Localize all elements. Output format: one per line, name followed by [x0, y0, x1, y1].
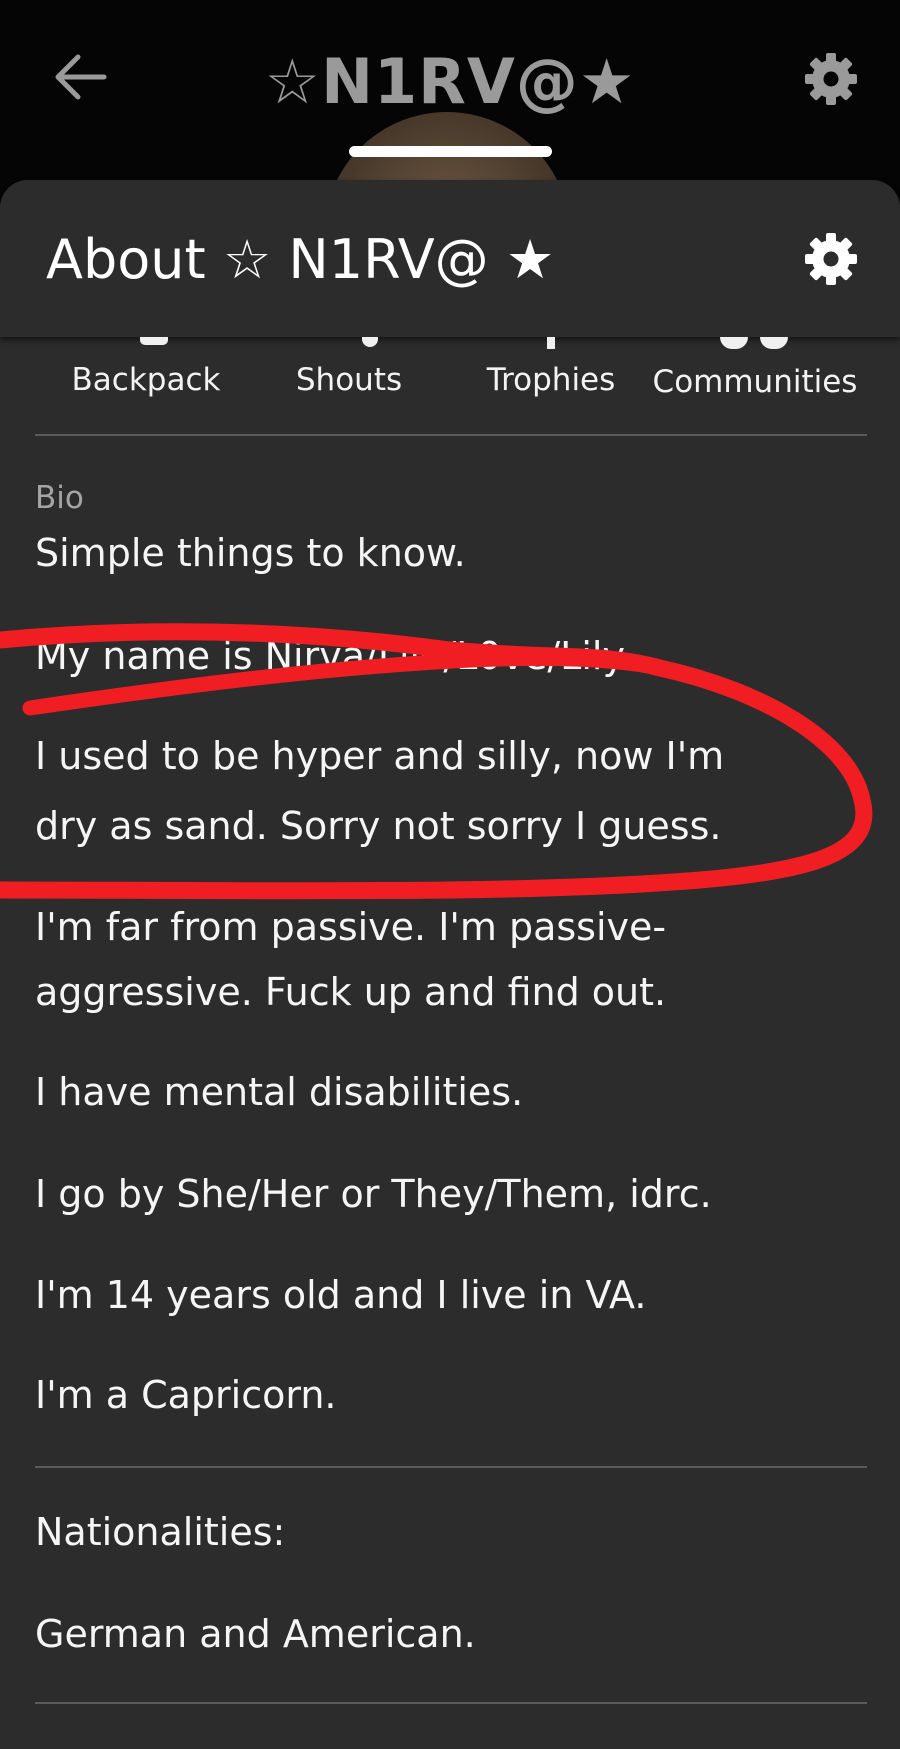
- tab-trophies[interactable]: Trophies: [467, 362, 635, 398]
- tab-backpack[interactable]: Backpack: [55, 362, 237, 398]
- bio-line: I have mental disabilities.: [35, 1070, 524, 1114]
- bio-line: I used to be hyper and silly, now I'm: [35, 734, 725, 778]
- tab-communities[interactable]: Communities: [640, 364, 870, 400]
- communities-icon: [720, 337, 788, 349]
- bio-line: I'm 14 years old and I live in VA.: [35, 1273, 647, 1317]
- divider: [35, 434, 867, 436]
- bio-line: I'm far from passive. I'm passive-: [35, 905, 667, 949]
- bio-line: aggressive. Fuck up and find out.: [35, 970, 667, 1014]
- bio-line: Simple things to know.: [35, 531, 466, 575]
- gear-icon[interactable]: [804, 232, 858, 286]
- tab-shouts[interactable]: Shouts: [268, 362, 430, 398]
- about-title: About ☆ N1RV@ ★: [46, 228, 555, 291]
- bio-line: I'm a Capricorn.: [35, 1373, 337, 1417]
- profile-name: ☆N1RV@★: [264, 45, 636, 118]
- bio-line: I go by She/Her or They/Them, idrc.: [35, 1172, 712, 1216]
- bio-label: Bio: [35, 480, 84, 516]
- divider: [35, 1702, 867, 1704]
- divider: [35, 1466, 867, 1468]
- backpack-icon: [140, 337, 168, 345]
- bio-line: dry as sand. Sorry not sorry I guess.: [35, 804, 722, 848]
- gear-icon[interactable]: [804, 52, 858, 106]
- nationalities-value: German and American.: [35, 1612, 476, 1656]
- trophies-icon: [547, 337, 555, 349]
- nationalities-heading: Nationalities:: [35, 1510, 286, 1554]
- bio-line: My name is Nirva/Lilo/L0ve/Lily.: [35, 634, 632, 678]
- sheet-drag-handle[interactable]: [349, 146, 552, 157]
